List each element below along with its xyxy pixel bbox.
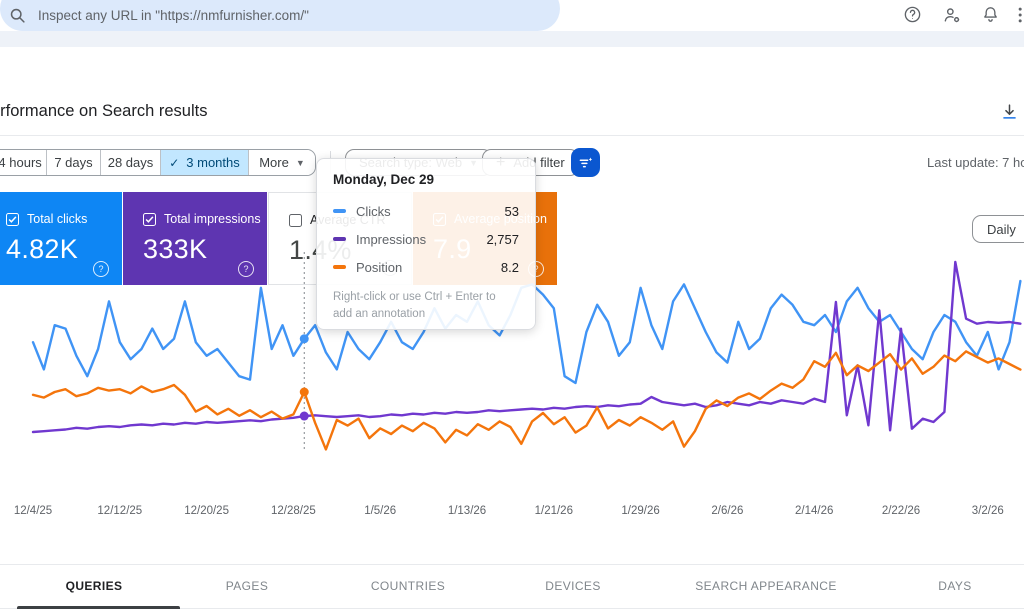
top-bar: Inspect any URL in "https://nmfurnisher.… — [0, 0, 1024, 32]
total-clicks-card[interactable]: Total clicks 4.82K ? — [0, 192, 122, 285]
help-icon[interactable] — [903, 5, 923, 25]
x-axis-label: 3/2/26 — [971, 505, 1004, 517]
interval-daily-button[interactable]: Daily — [972, 215, 1024, 243]
checkbox-unchecked-icon[interactable] — [289, 213, 302, 227]
checkbox-checked-icon[interactable] — [143, 212, 156, 226]
account-settings-icon[interactable] — [942, 5, 962, 25]
x-axis-label: 1/5/26 — [364, 505, 397, 517]
apps-grid-icon[interactable] — [1016, 5, 1024, 25]
tab-queries[interactable]: QUERIES — [66, 579, 123, 593]
x-axis-label: 12/12/25 — [97, 505, 143, 517]
x-axis-labels: 12/4/25 12/12/25 12/20/25 12/28/25 1/5/26 1/1… — [0, 505, 1024, 521]
header-divider — [0, 135, 1024, 136]
x-axis-label: 2/22/26 — [881, 505, 921, 517]
x-axis-label: 12/28/25 — [271, 505, 316, 517]
x-axis-label: 1/21/26 — [534, 505, 573, 517]
dimension-tabs: QUERIES PAGES COUNTRIES DEVICES SEARCH A… — [0, 564, 1024, 609]
tooltip-row-impressions: Impressions 2,757 — [333, 225, 519, 253]
tooltip-annotation-hint: Right-click or use Ctrl + Enter to add a… — [333, 291, 496, 321]
page-title: Performance on Search results — [0, 102, 208, 120]
tab-countries[interactable]: COUNTRIES — [371, 579, 445, 593]
impressions-legend-dash-icon — [333, 237, 346, 241]
search-icon — [9, 7, 26, 24]
range-7-days-button[interactable]: 7 days — [47, 150, 101, 175]
last-update-text: Last update: 7 hours ago — [927, 155, 1024, 170]
x-axis-label: 2/14/26 — [795, 505, 834, 517]
card-value: 333K — [143, 234, 208, 264]
tooltip-row-clicks: Clicks 53 — [333, 197, 519, 225]
x-axis-label: 2/6/26 — [711, 505, 744, 517]
card-value: 4.82K — [6, 234, 79, 264]
card-label: Total impressions — [164, 212, 261, 226]
chart-tooltip: Monday, Dec 29 Clicks 53 Impressions 2,7… — [316, 158, 536, 330]
tab-devices[interactable]: DEVICES — [545, 579, 600, 593]
total-impressions-card[interactable]: Total impressions 333K ? — [123, 192, 267, 285]
tab-pages[interactable]: PAGES — [226, 579, 268, 593]
tab-days[interactable]: DAYS — [938, 579, 971, 593]
check-icon: ✓ — [169, 155, 180, 170]
x-axis-label: 1/29/26 — [621, 505, 660, 517]
card-label: Total clicks — [27, 212, 88, 226]
range-24-hours-button[interactable]: 24 hours — [0, 150, 47, 175]
help-icon[interactable]: ? — [238, 261, 254, 277]
checkbox-checked-icon[interactable] — [6, 212, 19, 226]
chevron-down-icon: ▼ — [295, 157, 305, 168]
x-axis-label: 12/20/25 — [184, 505, 229, 517]
page-background-band — [0, 31, 1024, 47]
notifications-bell-icon[interactable] — [981, 5, 1001, 25]
tooltip-date: Monday, Dec 29 — [333, 172, 435, 187]
position-legend-dash-icon — [333, 265, 346, 269]
export-download-icon[interactable] — [1000, 102, 1020, 122]
clicks-legend-dash-icon — [333, 209, 346, 213]
help-icon[interactable]: ? — [93, 261, 109, 277]
tooltip-row-position: Position 8.2 — [333, 253, 519, 281]
date-range-segmented-control: 24 hours 7 days 28 days ✓ 3 months More … — [0, 149, 316, 176]
url-inspect-placeholder: Inspect any URL in "https://nmfurnisher.… — [38, 8, 309, 23]
range-3-months-button[interactable]: ✓ 3 months — [161, 150, 249, 175]
range-more-button[interactable]: More ▼ — [249, 150, 315, 175]
filter-options-button[interactable] — [571, 148, 600, 177]
range-28-days-button[interactable]: 28 days — [101, 150, 161, 175]
x-axis-label: 1/13/26 — [447, 505, 487, 517]
tab-search-appearance[interactable]: SEARCH APPEARANCE — [695, 579, 837, 593]
x-axis-label: 12/4/25 — [13, 505, 53, 517]
url-inspect-input[interactable]: Inspect any URL in "https://nmfurnisher.… — [0, 0, 560, 31]
